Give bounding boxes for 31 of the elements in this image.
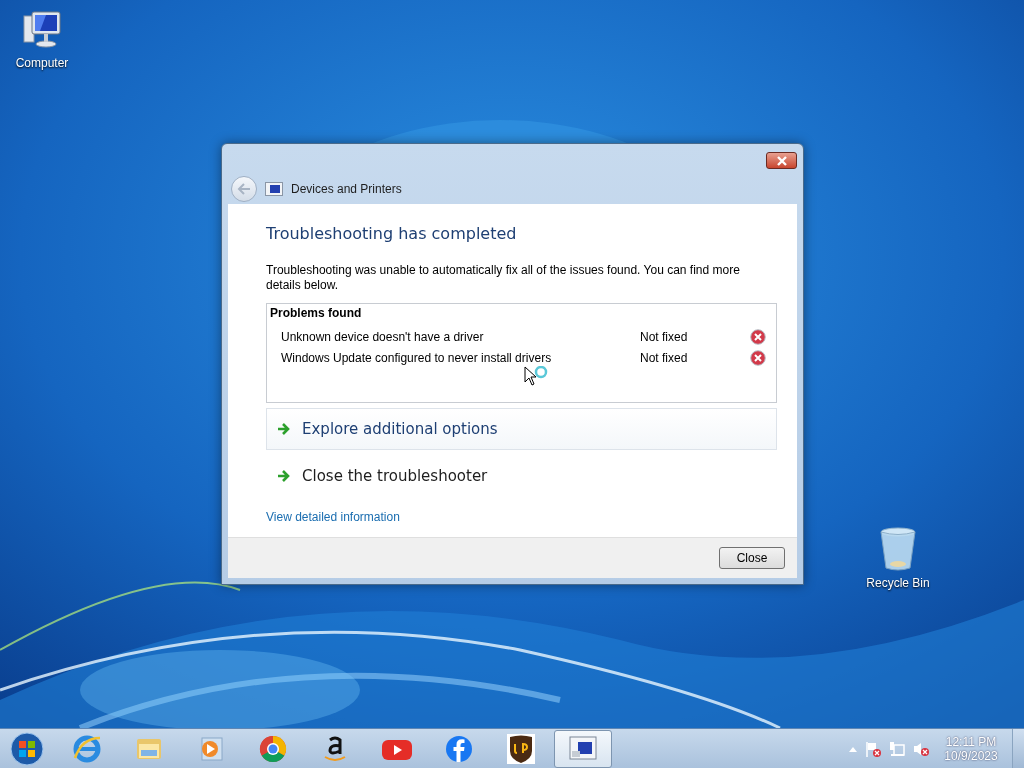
chrome-icon xyxy=(258,734,288,764)
option-link[interactable]: Explore additional options xyxy=(266,408,777,450)
facebook-icon xyxy=(444,734,474,764)
problem-status: Not fixed xyxy=(640,329,689,344)
problem-name: Windows Update configured to never install drivers xyxy=(281,350,552,365)
problem-name: Unknown device doesn't have a driver xyxy=(281,329,484,344)
taskbar-app-button[interactable] xyxy=(554,730,612,768)
devices-icon xyxy=(568,735,598,763)
close-button[interactable]: Close xyxy=(719,547,785,569)
time-text: 12:11 PM xyxy=(945,735,997,749)
flag-icon[interactable] xyxy=(864,740,882,758)
heading: Troubleshooting has completed xyxy=(266,224,518,243)
arrow-icon xyxy=(237,183,251,195)
recycle-bin-icon[interactable] xyxy=(878,526,918,572)
close-icon[interactable] xyxy=(766,152,797,169)
date-text: 10/9/2023 xyxy=(944,749,998,763)
arrow-icon xyxy=(277,470,291,482)
problems-title: Problems found xyxy=(270,306,363,320)
details-link[interactable]: View detailed information xyxy=(266,510,400,524)
volume-icon[interactable] xyxy=(912,740,930,758)
option-link[interactable]: Close the troubleshooter xyxy=(266,455,777,497)
window-title: Devices and Printers xyxy=(291,182,402,196)
desktop-icon-label[interactable]: Computer xyxy=(15,56,69,70)
problem-status: Not fixed xyxy=(640,350,689,365)
shield-icon xyxy=(506,733,536,765)
desktop-icon-label[interactable]: Recycle Bin xyxy=(866,576,930,590)
arrow-icon xyxy=(277,423,291,435)
cursor-icon xyxy=(524,366,550,388)
message-text: Troubleshooting was unable to automatically fix all of the issues found. You can find more details below. xyxy=(266,263,741,293)
devices-icon xyxy=(265,182,283,196)
browser-e-icon xyxy=(72,734,102,764)
